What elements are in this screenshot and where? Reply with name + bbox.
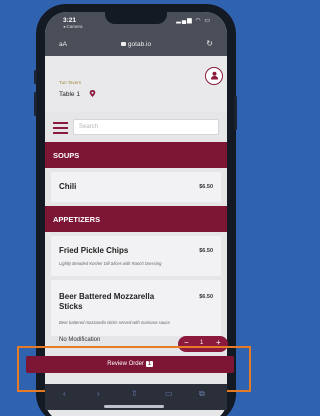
signal-wifi-battery-icons: ▂▄▆ ◠ ▭ <box>176 18 211 24</box>
phone-side-button <box>234 96 237 130</box>
status-back-app[interactable]: ◂ Camera <box>63 24 83 30</box>
search-row: Search <box>45 116 227 140</box>
menu-item-mozzarella-sticks[interactable]: Beer Battered Mozzarella Sticks $6.50 Be… <box>51 280 221 336</box>
venue-name: Tun Tavern <box>59 80 82 85</box>
item-name: Beer Battered Mozzarella Sticks <box>59 292 155 311</box>
phone-side-button <box>34 92 37 116</box>
phone-side-button <box>34 70 37 84</box>
bookmarks-icon[interactable]: ▭ <box>165 389 173 398</box>
notch <box>105 12 167 24</box>
status-bar: 3:21 ◂ Camera ▂▄▆ ◠ ▭ <box>45 12 227 34</box>
search-input[interactable]: Search <box>73 119 219 135</box>
back-icon[interactable]: ‹ <box>63 389 66 398</box>
user-icon <box>210 71 219 80</box>
section-header-appetizers: APPETIZERS <box>45 206 227 232</box>
item-name: Chili <box>59 182 77 191</box>
item-price: $6.50 <box>199 294 213 300</box>
item-price: $6.50 <box>199 184 213 190</box>
url-display[interactable]: gotab.io <box>45 41 227 48</box>
table-label: Table 1 <box>59 91 80 98</box>
reload-icon[interactable]: ↻ <box>206 39 213 48</box>
tabs-icon[interactable]: ⧉ <box>199 389 205 399</box>
location-pin-icon <box>89 90 96 97</box>
lock-icon <box>120 42 126 46</box>
menu-icon[interactable] <box>53 122 68 134</box>
browser-url-bar[interactable]: aA gotab.io ↻ <box>45 34 227 56</box>
share-icon[interactable]: ⇧ <box>131 389 138 398</box>
item-description: Lightly Breaded Kosher Dill Slices with … <box>59 261 162 266</box>
menu-item-fried-pickle-chips[interactable]: Fried Pickle Chips $6.50 Lightly Breaded… <box>51 236 221 276</box>
item-description: Beer battered mozzarella sticks served w… <box>59 320 170 325</box>
home-indicator <box>104 405 164 408</box>
modifier-label: No Modification <box>59 337 101 343</box>
section-header-soups: SOUPS <box>45 142 227 168</box>
forward-icon[interactable]: › <box>97 389 100 398</box>
menu-item-chili[interactable]: Chili $6.50 <box>51 172 221 202</box>
status-time: 3:21 <box>63 17 77 24</box>
url-text: gotab.io <box>127 41 152 48</box>
item-name: Fried Pickle Chips <box>59 246 129 255</box>
venue-header: Tun Tavern Table 1 <box>45 56 227 112</box>
item-price: $6.50 <box>199 248 213 254</box>
